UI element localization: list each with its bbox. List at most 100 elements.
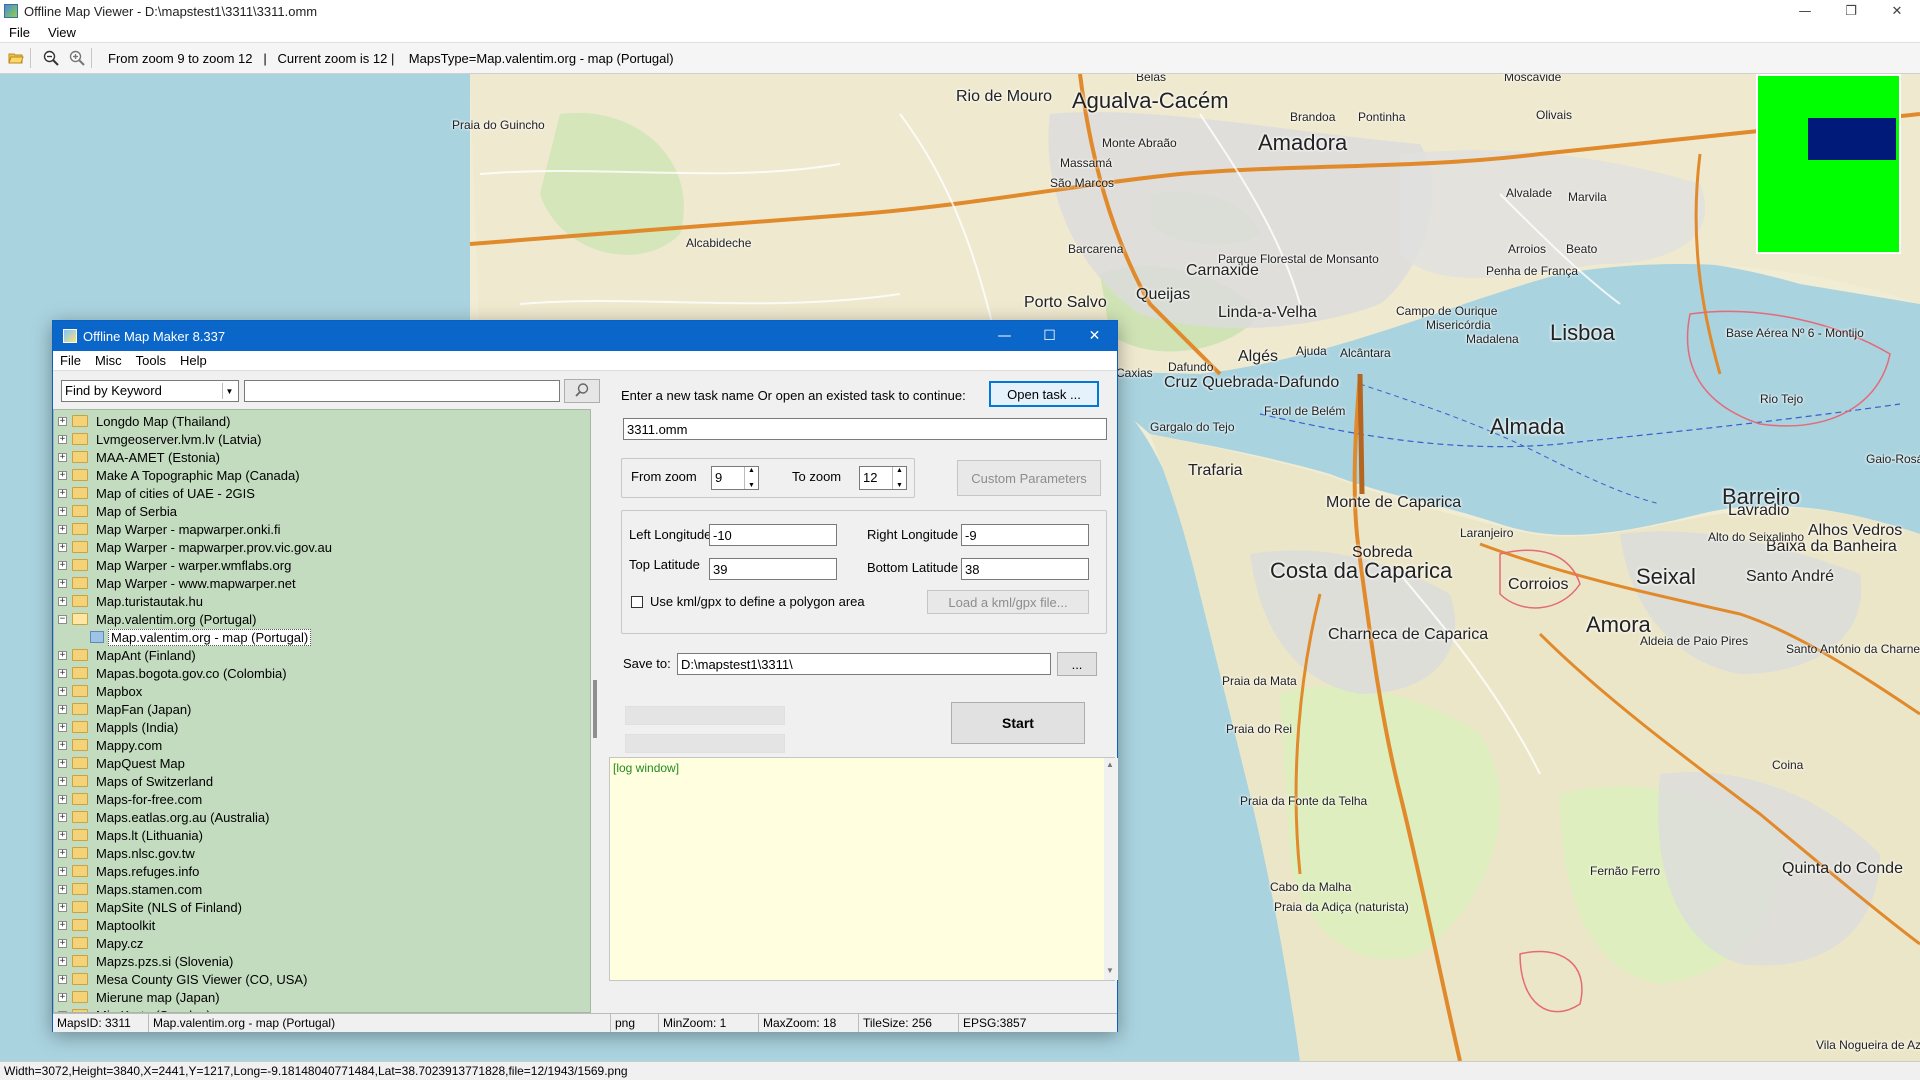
expand-icon[interactable]: + — [58, 740, 67, 750]
expand-icon[interactable]: + — [58, 920, 67, 930]
tree-item[interactable]: + Map of cities of UAE - 2GIS — [54, 484, 257, 502]
tree-item[interactable]: + Mesa County GIS Viewer (CO, USA) — [54, 970, 309, 988]
expand-icon[interactable]: + — [58, 974, 67, 984]
expand-icon[interactable]: + — [58, 668, 67, 678]
tree-item[interactable]: + Make A Topographic Map (Canada) — [54, 466, 302, 484]
tree-item[interactable]: + Mapbox — [54, 682, 144, 700]
expand-icon[interactable]: + — [58, 704, 67, 714]
zoom-out-icon[interactable] — [41, 48, 61, 68]
bottom-latitude-input[interactable]: 38 — [961, 558, 1089, 580]
menu-file[interactable]: File — [0, 25, 39, 40]
restore-button[interactable]: ❐ — [1828, 0, 1874, 22]
tree-scrollbar-thumb[interactable] — [593, 680, 597, 738]
tree-item[interactable]: + Maps of Switzerland — [54, 772, 215, 790]
tree-item[interactable]: + Maptoolkit — [54, 916, 157, 934]
expand-icon[interactable]: + — [58, 650, 67, 660]
tree-item[interactable]: + MAA-AMET (Estonia) — [54, 448, 222, 466]
expand-icon[interactable]: + — [58, 470, 67, 480]
to-zoom-spinner[interactable]: 12 ▲ ▼ — [859, 466, 907, 490]
start-button[interactable]: Start — [951, 702, 1085, 744]
log-window[interactable]: [log window] — [609, 757, 1115, 981]
tree-item[interactable]: + Maps.nlsc.gov.tw — [54, 844, 197, 862]
tree-item[interactable]: + MapQuest Map — [54, 754, 187, 772]
browse-button[interactable]: ... — [1057, 652, 1097, 676]
expand-icon[interactable]: + — [58, 956, 67, 966]
minimap-viewport[interactable] — [1808, 118, 1896, 160]
tree-item[interactable]: + Mierune map (Japan) — [54, 988, 222, 1006]
tree-item[interactable]: + Map Warper - www.mapwarper.net — [54, 574, 298, 592]
tree-item[interactable]: + MapSite (NLS of Finland) — [54, 898, 244, 916]
expand-icon[interactable]: + — [58, 866, 67, 876]
tree-item[interactable]: + Mappls (India) — [54, 718, 180, 736]
expand-icon[interactable]: + — [58, 902, 67, 912]
tree-item[interactable]: + Map Warper - mapwarper.prov.vic.gov.au — [54, 538, 334, 556]
dialog-maximize-button[interactable]: ☐ — [1027, 321, 1072, 351]
scroll-up-icon[interactable]: ▲ — [1106, 760, 1114, 769]
expand-icon[interactable]: + — [58, 452, 67, 462]
dialog-close-button[interactable]: ✕ — [1072, 321, 1117, 351]
spinner-arrows[interactable]: ▲ ▼ — [744, 467, 758, 489]
expand-icon[interactable]: + — [58, 848, 67, 858]
tree-item[interactable]: + Mapas.bogota.gov.co (Colombia) — [54, 664, 289, 682]
save-path-input[interactable]: D:\mapstest1\3311\ — [677, 653, 1051, 675]
tree-item[interactable]: + Lvmgeoserver.lvm.lv (Latvia) — [54, 430, 263, 448]
tree-item[interactable]: − Map.valentim.org (Portugal) — [54, 610, 258, 628]
expand-icon[interactable]: + — [58, 578, 67, 588]
tree-item[interactable]: + Maps.lt (Lithuania) — [54, 826, 205, 844]
menu-view[interactable]: View — [39, 25, 85, 40]
expand-icon[interactable]: + — [58, 758, 67, 768]
tree-item[interactable]: + Map Warper - warper.wmflabs.org — [54, 556, 293, 574]
open-task-button[interactable]: Open task ... — [989, 381, 1099, 407]
expand-icon[interactable]: + — [58, 434, 67, 444]
expand-icon[interactable]: + — [58, 506, 67, 516]
expand-icon[interactable]: + — [58, 830, 67, 840]
expand-icon[interactable]: + — [58, 524, 67, 534]
minimap[interactable] — [1756, 74, 1901, 254]
dialog-menu-file[interactable]: File — [53, 353, 88, 368]
tree-item[interactable]: +Min Karta (Sweden) — [54, 1006, 213, 1012]
expand-icon[interactable]: + — [58, 722, 67, 732]
tree-child-item[interactable]: Map.valentim.org - map (Portugal) — [90, 628, 312, 646]
map-source-tree[interactable]: + Longdo Map (Thailand) + Lvmgeoserver.lvm.… — [53, 409, 591, 1013]
open-folder-icon[interactable] — [6, 48, 26, 68]
expand-icon[interactable]: + — [58, 542, 67, 552]
expand-icon[interactable]: + — [58, 794, 67, 804]
expand-icon[interactable]: + — [58, 776, 67, 786]
tree-item[interactable]: + Mappy.com — [54, 736, 164, 754]
dialog-menu-tools[interactable]: Tools — [129, 353, 173, 368]
zoom-in-icon[interactable] — [67, 48, 87, 68]
minimize-button[interactable]: — — [1782, 0, 1828, 22]
tree-item[interactable]: + Maps-for-free.com — [54, 790, 204, 808]
expand-icon[interactable]: + — [58, 686, 67, 696]
tree-item[interactable]: + MapAnt (Finland) — [54, 646, 198, 664]
collapse-icon[interactable]: − — [58, 614, 67, 624]
tree-item[interactable]: + Maps.eatlas.org.au (Australia) — [54, 808, 271, 826]
task-name-input[interactable]: 3311.omm — [623, 418, 1107, 440]
spinner-arrows[interactable]: ▲ ▼ — [892, 467, 906, 489]
use-kml-checkbox[interactable] — [631, 596, 643, 608]
expand-icon[interactable]: + — [58, 812, 67, 822]
close-button[interactable]: ✕ — [1874, 0, 1920, 22]
left-longitude-input[interactable]: -10 — [709, 524, 837, 546]
top-latitude-input[interactable]: 39 — [709, 558, 837, 580]
scroll-down-icon[interactable]: ▼ — [1106, 966, 1114, 975]
search-button[interactable] — [564, 379, 600, 403]
tree-scrollbar[interactable] — [592, 409, 599, 1013]
tree-item[interactable]: + Mapzs.pzs.si (Slovenia) — [54, 952, 235, 970]
tree-item[interactable]: + Longdo Map (Thailand) — [54, 412, 232, 430]
tree-item[interactable]: + Maps.stamen.com — [54, 880, 204, 898]
expand-icon[interactable]: + — [58, 560, 67, 570]
tree-item[interactable]: + MapFan (Japan) — [54, 700, 193, 718]
expand-icon[interactable]: + — [58, 992, 67, 1002]
expand-icon[interactable]: + — [58, 596, 67, 606]
expand-icon[interactable]: + — [58, 416, 67, 426]
tree-item[interactable]: + Maps.refuges.info — [54, 862, 201, 880]
right-longitude-input[interactable]: -9 — [961, 524, 1089, 546]
expand-icon[interactable]: + — [58, 938, 67, 948]
expand-icon[interactable]: + — [58, 488, 67, 498]
tree-item[interactable]: + Mapy.cz — [54, 934, 145, 952]
dialog-menu-help[interactable]: Help — [173, 353, 214, 368]
dialog-minimize-button[interactable]: — — [982, 321, 1027, 351]
find-mode-select[interactable]: Find by Keyword ▼ — [61, 380, 239, 402]
tree-item[interactable]: + Map of Serbia — [54, 502, 179, 520]
